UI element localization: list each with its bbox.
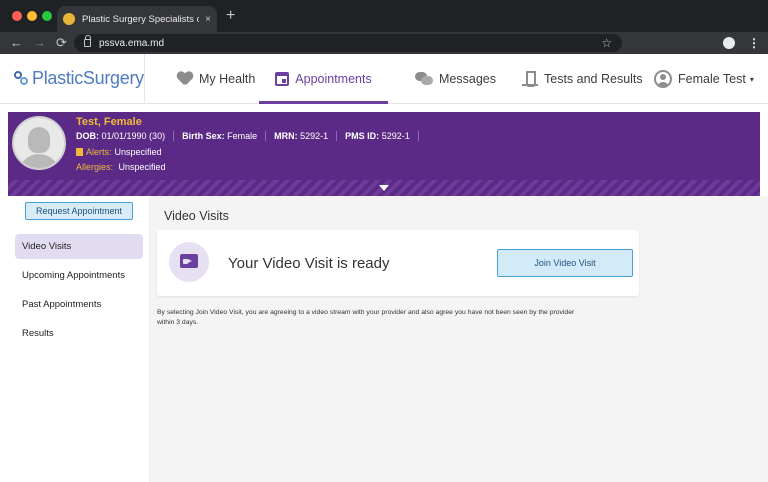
video-visit-card: Your Video Visit is ready Join Video Vis…: [157, 230, 639, 296]
user-avatar-icon: [654, 70, 672, 88]
expand-caret-icon[interactable]: [379, 185, 389, 191]
dob-value: 01/01/1990 (30): [101, 131, 166, 141]
consent-disclaimer: By selecting Join Video Visit, you are a…: [157, 309, 575, 326]
page-title: Video Visits: [164, 209, 229, 223]
dob-label: DOB:: [76, 131, 99, 141]
patient-avatar: [12, 116, 66, 170]
address-bar[interactable]: pssva.ema.md ☆: [74, 34, 622, 52]
sidebar-item-upcoming-appointments[interactable]: Upcoming Appointments: [15, 263, 143, 288]
video-camera-icon: [180, 254, 198, 268]
mrn-value: 5292-1: [300, 131, 329, 141]
pms-label: PMS ID:: [345, 131, 380, 141]
nav-tests-results[interactable]: Tests and Results: [522, 54, 643, 104]
browser-tab-strip: Plastic Surgery Specialists of Vi × +: [0, 0, 768, 32]
nav-appointments-label: Appointments: [295, 72, 372, 86]
sidebar-item-video-visits[interactable]: Video Visits: [15, 234, 143, 259]
app-root: PlasticSurgery My Health Appointments Me…: [0, 54, 768, 482]
alerts-value: Unspecified: [114, 147, 162, 157]
alerts-row[interactable]: Alerts: Unspecified: [76, 147, 162, 157]
logo-mark-icon: [14, 70, 30, 87]
chevron-down-icon: ▾: [749, 74, 754, 84]
allergies-value: Unspecified: [118, 162, 166, 172]
browser-tab[interactable]: Plastic Surgery Specialists of Vi ×: [57, 6, 217, 32]
video-icon-badge: [169, 242, 209, 282]
top-header: PlasticSurgery My Health Appointments Me…: [0, 54, 768, 104]
pms-value: 5292-1: [381, 131, 410, 141]
nav-messages[interactable]: Messages: [415, 54, 496, 104]
browser-menu-icon[interactable]: ⋮: [748, 35, 760, 51]
logo[interactable]: PlasticSurgery: [14, 68, 144, 89]
close-window-button[interactable]: [12, 11, 22, 21]
patient-name: Test, Female: [76, 116, 142, 128]
header-divider: [144, 54, 145, 104]
back-button[interactable]: ←: [10, 35, 23, 51]
logo-text: PlasticSurgery: [32, 68, 144, 88]
profile-icon[interactable]: [723, 37, 735, 49]
browser-toolbar: ← → ⟳ pssva.ema.md ☆ ⋮: [0, 32, 768, 54]
flag-icon: [76, 148, 83, 156]
nav-my-health-label: My Health: [199, 72, 256, 86]
join-video-visit-button[interactable]: Join Video Visit: [497, 249, 633, 277]
sidebar-item-results[interactable]: Results: [15, 321, 143, 346]
appointments-sidebar: Request Appointment Video Visits Upcomin…: [0, 196, 150, 482]
allergies-row[interactable]: Allergies: Unspecified: [76, 162, 166, 172]
new-tab-button[interactable]: +: [226, 8, 235, 24]
alerts-label: Alerts:: [86, 147, 112, 157]
allergies-label: Allergies:: [76, 162, 114, 172]
divider: [173, 131, 175, 141]
url-text: pssva.ema.md: [99, 37, 165, 49]
sidebar-item-past-appointments[interactable]: Past Appointments: [15, 292, 143, 317]
patient-demographics: DOB: 01/01/1990 (30) Birth Sex: Female M…: [76, 131, 427, 141]
sex-value: Female: [227, 131, 258, 141]
divider: [336, 131, 338, 141]
divider: [417, 131, 419, 141]
user-menu-label: Female Test: [678, 72, 746, 86]
reload-button[interactable]: ⟳: [56, 35, 67, 51]
heart-pulse-icon: [177, 72, 193, 86]
microscope-icon: [522, 71, 538, 87]
nav-appointments[interactable]: Appointments: [259, 54, 388, 104]
user-menu[interactable]: Female Test ▾: [654, 54, 754, 104]
nav-my-health[interactable]: My Health: [177, 54, 255, 104]
maximize-window-button[interactable]: [42, 11, 52, 21]
favicon-icon: [63, 13, 75, 25]
divider: [265, 131, 267, 141]
chat-bubbles-icon: [415, 72, 433, 86]
lock-icon: [84, 35, 91, 47]
forward-button[interactable]: →: [33, 35, 46, 51]
main-content: Video Visits Your Video Visit is ready J…: [150, 196, 768, 482]
request-appointment-button[interactable]: Request Appointment: [25, 202, 133, 220]
minimize-window-button[interactable]: [27, 11, 37, 21]
tab-close-icon[interactable]: ×: [205, 14, 211, 25]
scroll-gutter: [760, 196, 768, 482]
nav-tests-results-label: Tests and Results: [544, 72, 643, 86]
star-icon[interactable]: ☆: [601, 34, 612, 52]
active-nav-indicator: [259, 101, 388, 104]
patient-banner: Test, Female DOB: 01/01/1990 (30) Birth …: [8, 112, 760, 196]
video-ready-text: Your Video Visit is ready: [228, 255, 390, 272]
sex-label: Birth Sex:: [182, 131, 225, 141]
mrn-label: MRN:: [274, 131, 298, 141]
tab-title: Plastic Surgery Specialists of Vi: [82, 13, 199, 25]
calendar-icon: [275, 72, 290, 86]
nav-messages-label: Messages: [439, 72, 496, 86]
